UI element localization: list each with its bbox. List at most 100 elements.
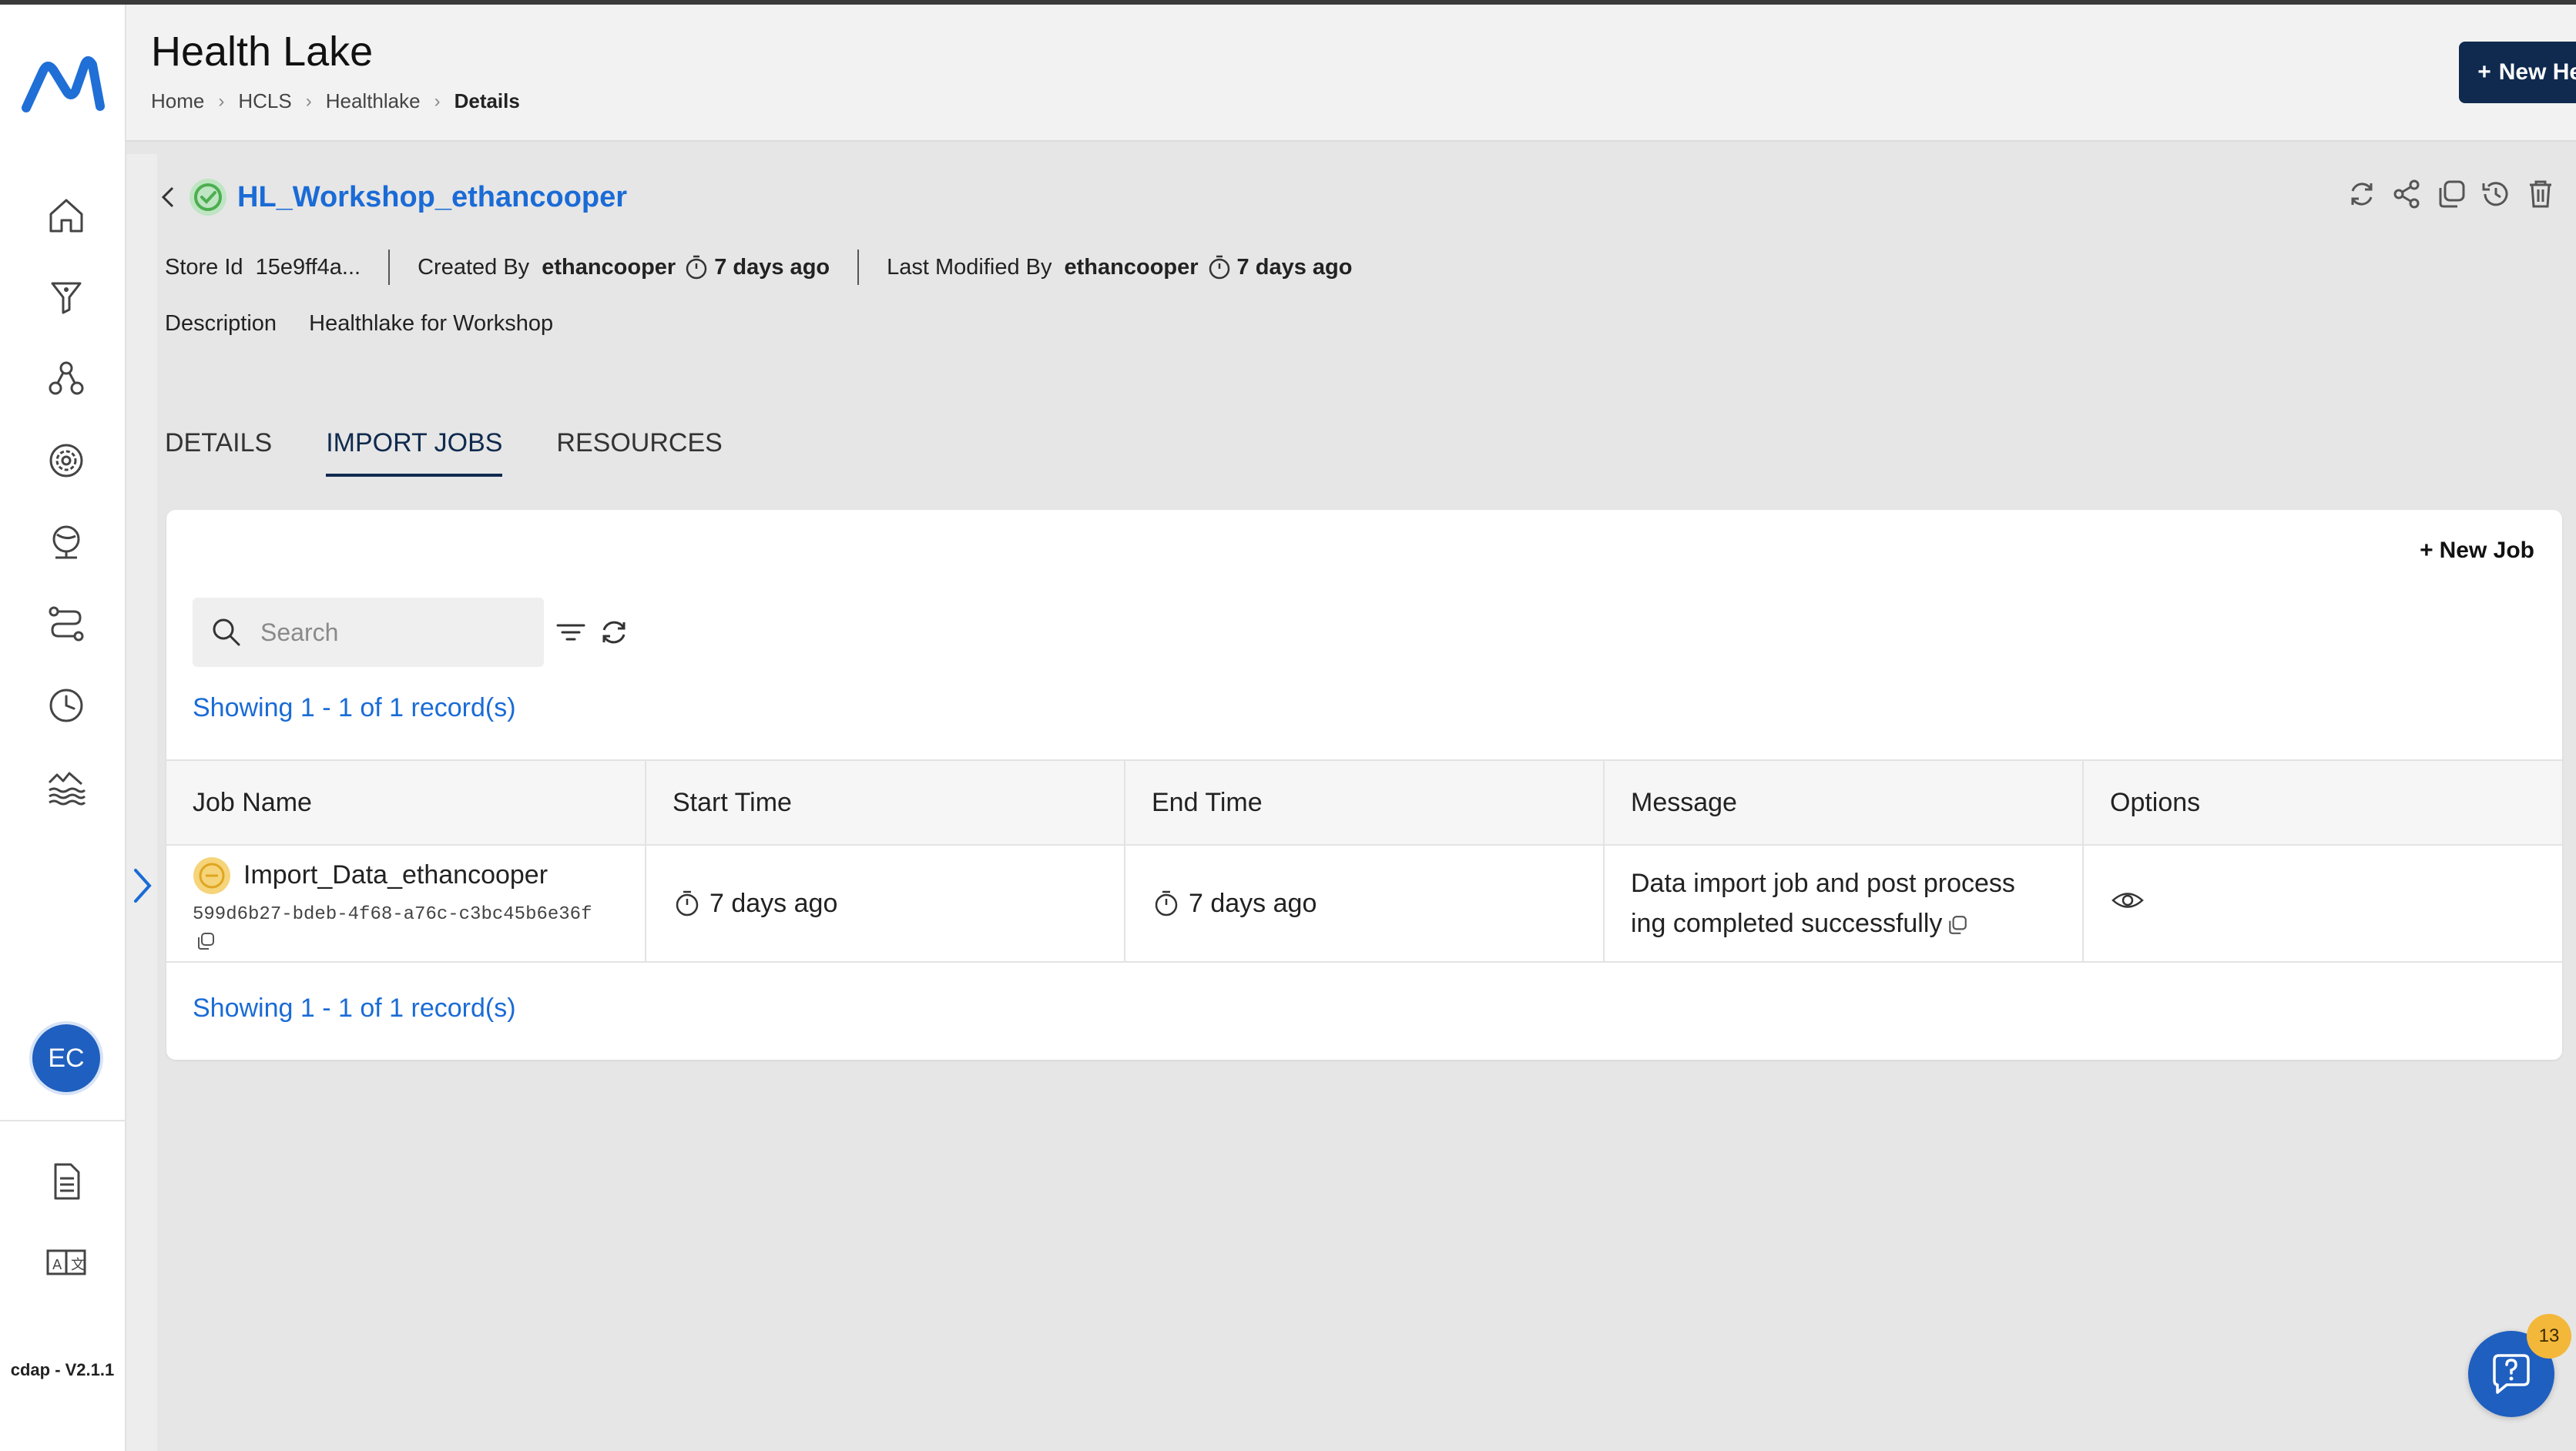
job-name-cell: Import_Data_ethancooper 599d6b27-bdeb-4f… — [166, 845, 646, 963]
new-healthlake-button[interactable]: + New Healthlake — [2459, 42, 2576, 103]
tab-details[interactable]: DETAILS — [165, 428, 272, 477]
clock-icon[interactable] — [40, 679, 92, 732]
copy-icon[interactable] — [2434, 177, 2468, 211]
breadcrumb-home[interactable]: Home — [151, 89, 204, 113]
page-title: Health Lake — [151, 28, 374, 75]
sidebar: EC A文 cdap - V2.1.1 — [0, 5, 126, 1451]
modified-by-label: Last Modified By — [887, 254, 1052, 280]
new-job-label: New Job — [2439, 538, 2534, 563]
chevron-right-icon[interactable] — [129, 863, 157, 909]
globe-icon[interactable] — [40, 516, 92, 568]
store-id-label: Store Id — [165, 254, 243, 280]
message-line-2: ing completed successfully — [1631, 909, 1943, 938]
network-icon[interactable] — [40, 353, 92, 405]
main-content: HL_Workshop_ethancooper Store Id 15e9ff4… — [157, 142, 2576, 1451]
copy-icon[interactable] — [196, 931, 216, 951]
plus-icon: + — [2477, 59, 2491, 85]
history-icon[interactable] — [2479, 177, 2513, 211]
gear-target-icon[interactable] — [40, 434, 92, 487]
home-icon[interactable] — [40, 189, 92, 242]
timer-icon — [1155, 890, 1178, 917]
options-cell — [2083, 845, 2562, 963]
copy-icon[interactable] — [1947, 914, 1968, 936]
start-time-cell: 7 days ago — [646, 845, 1125, 963]
breadcrumb-hcls[interactable]: HCLS — [238, 89, 291, 113]
meta-divider — [857, 250, 860, 285]
share-icon[interactable] — [2390, 177, 2423, 211]
chevron-right-icon: › — [218, 90, 225, 112]
filter-icon[interactable] — [552, 613, 590, 652]
sidebar-collapse-track — [126, 154, 157, 1451]
search-input[interactable] — [260, 618, 507, 647]
status-success-icon — [190, 179, 226, 216]
eye-icon[interactable] — [2110, 883, 2145, 918]
user-avatar[interactable]: EC — [32, 1024, 100, 1092]
breadcrumb-details: Details — [454, 89, 520, 112]
app-logo-icon[interactable] — [20, 45, 106, 122]
import-jobs-card: + New Job Showing 1 - 1 of 1 record(s) J… — [166, 510, 2562, 1060]
svg-text:文: 文 — [71, 1257, 85, 1273]
detail-tabs: DETAILS IMPORT JOBS RESOURCES — [165, 428, 723, 477]
tab-resources[interactable]: RESOURCES — [556, 428, 722, 477]
timer-icon — [676, 890, 699, 917]
chevron-right-icon: › — [305, 90, 312, 112]
meta-divider — [388, 250, 391, 285]
store-description: Description Healthlake for Workshop — [165, 311, 553, 337]
document-icon[interactable] — [40, 1155, 92, 1208]
job-id: 599d6b27-bdeb-4f68-a76c-c3bc45b6e36f — [193, 903, 592, 925]
notification-badge: 13 — [2527, 1314, 2571, 1359]
timer-icon — [686, 255, 707, 280]
job-name[interactable]: Import_Data_ethancooper — [243, 860, 548, 890]
message-line-1: Data import job and post process — [1631, 869, 2015, 898]
search-box[interactable] — [193, 598, 544, 667]
column-options: Options — [2083, 759, 2562, 846]
timer-icon — [1209, 255, 1229, 280]
back-arrow-icon[interactable] — [157, 182, 179, 213]
translate-icon[interactable]: A文 — [40, 1237, 92, 1289]
lake-icon[interactable] — [40, 761, 92, 813]
sidebar-divider — [0, 1120, 125, 1121]
records-summary-bottom: Showing 1 - 1 of 1 record(s) — [193, 994, 516, 1023]
end-time: 7 days ago — [1189, 888, 1317, 918]
store-id-value: 15e9ff4a... — [255, 254, 361, 280]
import-jobs-table: Job Name Start Time End Time Message Opt… — [166, 759, 2562, 963]
funnel-icon[interactable] — [40, 271, 92, 323]
table-header-row: Job Name Start Time End Time Message Opt… — [166, 759, 2562, 846]
app-version: cdap - V2.1.1 — [10, 1360, 115, 1379]
column-message: Message — [1604, 759, 2084, 846]
help-chat-icon — [2493, 1354, 2530, 1394]
records-summary-top: Showing 1 - 1 of 1 record(s) — [193, 693, 516, 722]
plus-icon: + — [2420, 538, 2433, 563]
message-cell: Data import job and post process ing com… — [1604, 845, 2084, 963]
store-heading: HL_Workshop_ethancooper — [157, 177, 627, 217]
store-actions — [2345, 177, 2558, 211]
modified-by-value: ethancooper — [1064, 254, 1199, 280]
end-time-cell: 7 days ago — [1125, 845, 1605, 963]
column-job-name: Job Name — [166, 759, 646, 846]
description-value: Healthlake for Workshop — [309, 311, 554, 336]
created-ago: 7 days ago — [714, 254, 830, 280]
refresh-icon[interactable] — [595, 613, 633, 652]
store-name[interactable]: HL_Workshop_ethancooper — [237, 181, 627, 214]
created-by-label: Created By — [418, 254, 530, 280]
start-time: 7 days ago — [709, 888, 838, 918]
breadcrumb: Home › HCLS › Healthlake › Details — [151, 89, 520, 113]
tab-import-jobs[interactable]: IMPORT JOBS — [326, 428, 503, 477]
trash-icon[interactable] — [2524, 177, 2558, 211]
search-icon — [213, 618, 240, 646]
page-header: Health Lake Home › HCLS › Healthlake › D… — [126, 5, 2576, 142]
chevron-right-icon: › — [434, 90, 441, 112]
status-warning-icon — [193, 856, 230, 894]
refresh-icon[interactable] — [2345, 177, 2379, 211]
column-start-time: Start Time — [646, 759, 1125, 846]
svg-text:A: A — [52, 1257, 62, 1273]
store-meta: Store Id 15e9ff4a... Created By ethancoo… — [165, 250, 1352, 285]
table-row: Import_Data_ethancooper 599d6b27-bdeb-4f… — [166, 845, 2562, 963]
column-end-time: End Time — [1125, 759, 1605, 846]
breadcrumb-healthlake[interactable]: Healthlake — [326, 89, 421, 113]
pipeline-icon[interactable] — [40, 598, 92, 650]
description-label: Description — [165, 311, 277, 336]
new-job-button[interactable]: + New Job — [2420, 538, 2534, 564]
created-by-value: ethancooper — [542, 254, 676, 280]
modified-ago: 7 days ago — [1236, 254, 1353, 280]
